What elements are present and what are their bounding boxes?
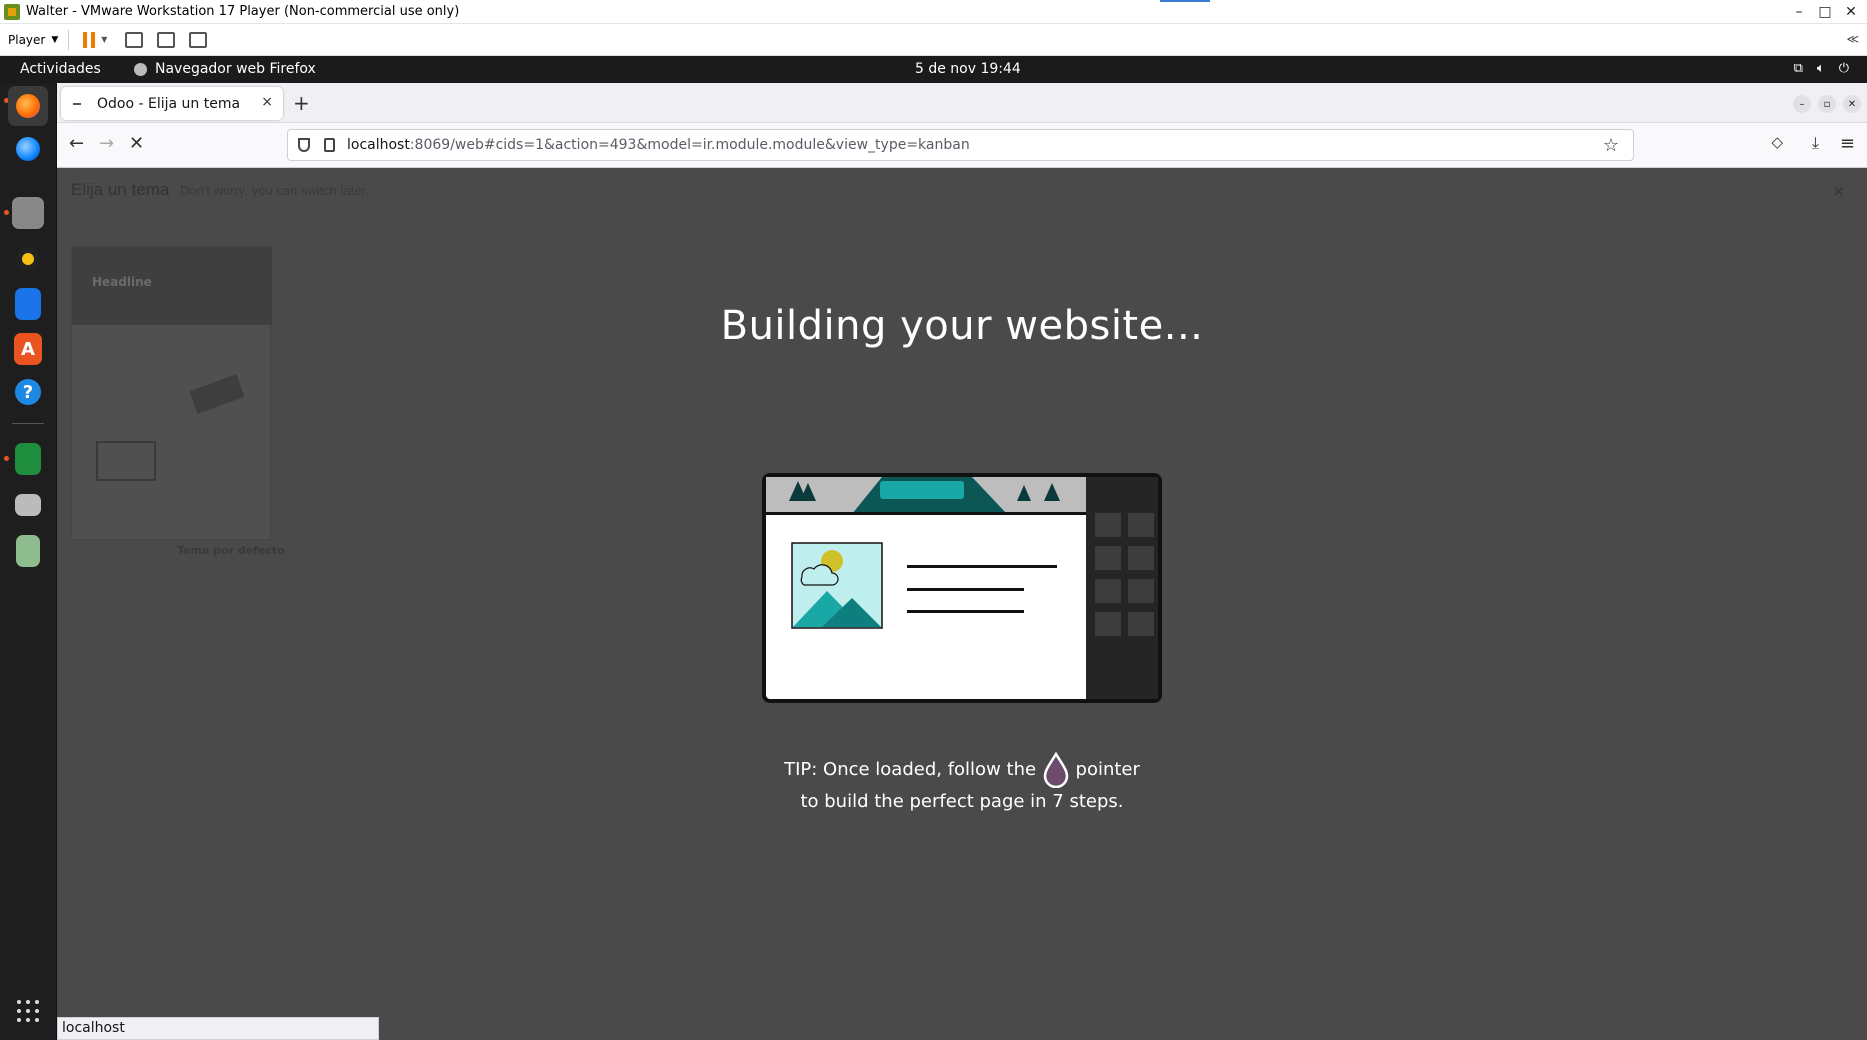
dock: A ? <box>0 83 57 1040</box>
text-line <box>907 610 1024 613</box>
theme-card-headline: Headline <box>92 275 152 289</box>
stop-loading-button[interactable]: ✕ <box>129 133 144 154</box>
help-icon[interactable]: ? <box>15 379 41 405</box>
theme-card-caption: Tema por defecto <box>177 544 285 557</box>
software-icon[interactable]: A <box>14 333 42 365</box>
gnome-top-bar: Actividades Navegador web Firefox 5 de n… <box>0 56 1867 83</box>
firefox-small-icon <box>134 62 147 76</box>
clock[interactable]: 5 de nov 19:44 <box>915 61 1021 77</box>
drive-icon[interactable] <box>15 494 41 516</box>
menu-icon[interactable]: ≡ <box>1840 133 1855 154</box>
calc-icon[interactable] <box>15 443 41 475</box>
back-button[interactable]: ← <box>69 133 84 154</box>
theme-dialog-title: Elija un tema Don't worry, you can switc… <box>71 180 369 200</box>
pause-icon[interactable] <box>83 31 96 48</box>
theme-card-thumb <box>96 441 156 481</box>
new-tab-button[interactable]: + <box>293 91 310 115</box>
toolbar-divider <box>68 29 70 50</box>
firefox-tab-bar: Odoo - Elija un tema × + – ▫ ✕ <box>57 83 1867 123</box>
close-window-button[interactable]: ✕ <box>1839 0 1863 24</box>
network-icon: ⧉ <box>1793 61 1803 76</box>
fullscreen-icon[interactable] <box>157 31 176 48</box>
tab-odoo[interactable]: Odoo - Elija un tema × <box>61 87 283 120</box>
downloads-icon[interactable]: ⤓ <box>1812 133 1819 153</box>
page-content: Elija un tema Don't worry, you can switc… <box>57 168 1867 1040</box>
power-icon: ⏻ <box>1838 61 1849 76</box>
unity-icon[interactable] <box>189 31 208 48</box>
running-indicator <box>4 210 9 215</box>
thunderbird-icon[interactable] <box>12 133 44 165</box>
url-host: localhost <box>347 137 410 153</box>
firefox-icon[interactable] <box>8 86 48 126</box>
theme-dialog-close-button[interactable]: × <box>1832 182 1845 200</box>
loader-title: Building your website... <box>720 303 1204 349</box>
player-menu[interactable]: Player ▼ <box>8 33 58 47</box>
title-accent <box>1160 0 1210 2</box>
theme-card-device <box>189 374 245 414</box>
url-path: :8069/web#cids=1&action=493&model=ir.mod… <box>409 137 970 153</box>
app-menu-label: Navegador web Firefox <box>155 61 316 77</box>
rhythmbox-icon[interactable] <box>12 243 44 275</box>
shield-icon[interactable] <box>298 138 310 152</box>
vmware-toolbar: Player ▼ ▼ ≪ <box>0 24 1867 56</box>
text-line <box>907 565 1057 568</box>
tip-text-before: TIP: Once loaded, follow the <box>784 759 1037 780</box>
activities-button[interactable]: Actividades <box>20 61 101 77</box>
tab-close-button[interactable]: × <box>261 94 273 110</box>
maximize-button[interactable]: □ <box>1813 0 1837 24</box>
player-menu-label: Player <box>8 32 46 47</box>
forward-button[interactable]: → <box>99 133 114 154</box>
send-ctrl-alt-del-icon[interactable] <box>125 31 144 48</box>
theme-card-default[interactable]: Headline <box>71 246 272 540</box>
collapse-toolbar-button[interactable]: ≪ <box>1846 32 1859 46</box>
bookmark-star-icon[interactable]: ☆ <box>1603 135 1619 156</box>
vmware-window-title: Walter - VMware Workstation 17 Player (N… <box>26 4 460 19</box>
files-icon[interactable] <box>12 197 44 229</box>
volume-icon: 🔈︎ <box>1816 61 1825 76</box>
status-bar: localhost <box>57 1017 379 1040</box>
loading-icon <box>73 102 81 105</box>
system-tray[interactable]: ⧉ 🔈︎ ⏻ <box>1794 61 1849 76</box>
loader-tip: TIP: Once loaded, follow the pointer to … <box>777 752 1147 816</box>
vmware-title-bar: Walter - VMware Workstation 17 Player (N… <box>0 0 1867 24</box>
writer-icon[interactable] <box>15 288 41 320</box>
illustration-divider <box>766 512 1091 515</box>
browser-close-button[interactable]: ✕ <box>1843 95 1861 113</box>
trash-icon[interactable] <box>16 535 40 567</box>
browser-minimize-button[interactable]: – <box>1793 95 1811 113</box>
page-info-icon[interactable] <box>324 138 335 152</box>
running-indicator <box>4 456 9 461</box>
firefox-nav-bar: ← → ✕ localhost:8069/web#cids=1&action=4… <box>57 123 1867 168</box>
dock-separator <box>12 423 44 424</box>
vmware-logo-icon <box>4 3 20 20</box>
website-illustration <box>762 473 1162 703</box>
app-menu[interactable]: Navegador web Firefox <box>134 61 316 77</box>
text-line <box>907 588 1024 591</box>
chevron-down-icon: ▼ <box>51 34 59 45</box>
pointer-drop-icon <box>1043 752 1069 788</box>
illustration-button <box>880 481 964 499</box>
browser-restore-button[interactable]: ▫ <box>1818 95 1836 113</box>
tab-title: Odoo - Elija un tema <box>97 95 241 112</box>
theme-dialog-heading: Elija un tema <box>71 180 170 199</box>
show-apps-icon[interactable] <box>17 1000 39 1022</box>
theme-dialog-subtitle: Don't worry, you can switch later. <box>180 183 369 198</box>
url-bar[interactable]: localhost:8069/web#cids=1&action=493&mod… <box>287 129 1634 161</box>
chevron-down-icon[interactable]: ▼ <box>101 35 107 44</box>
pocket-icon[interactable]: ◇ <box>1771 133 1783 151</box>
minimize-button[interactable]: – <box>1787 0 1811 24</box>
